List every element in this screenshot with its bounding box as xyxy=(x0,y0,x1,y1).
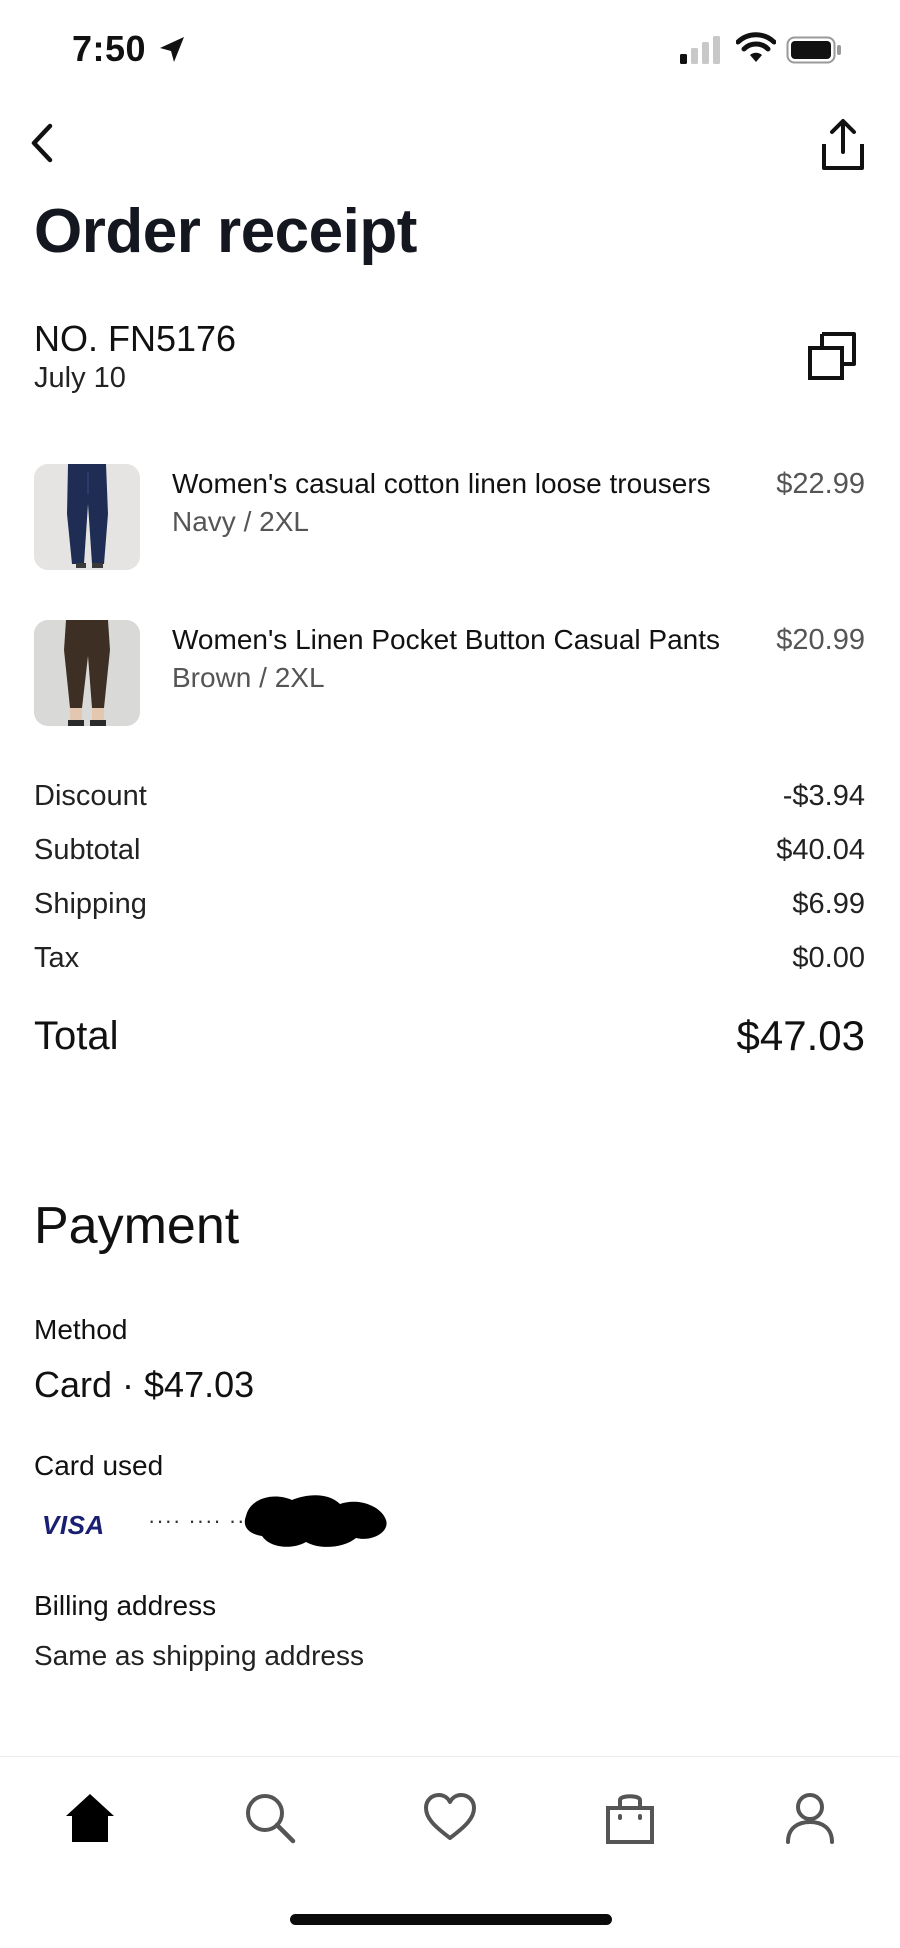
product-image-brown-pants[interactable] xyxy=(34,620,140,726)
page-title: Order receipt xyxy=(34,197,417,266)
brown-pants-image xyxy=(34,620,140,726)
item-variant: Brown / 2XL xyxy=(172,662,325,693)
subtotal-label: Subtotal xyxy=(34,834,141,866)
tax-value: $0.00 xyxy=(792,942,865,974)
billing-address-label: Billing address xyxy=(34,1590,217,1621)
status-time: 7:50 xyxy=(72,28,147,69)
profile-icon[interactable] xyxy=(782,1790,838,1846)
heart-icon[interactable] xyxy=(422,1790,478,1846)
method-label: Method xyxy=(34,1314,128,1345)
back-button[interactable] xyxy=(22,118,62,168)
battery-icon xyxy=(786,36,841,64)
home-icon[interactable] xyxy=(62,1790,118,1846)
shipping-label: Shipping xyxy=(34,888,147,920)
shipping-value: $6.99 xyxy=(792,888,865,920)
billing-address-value: Same as shipping address xyxy=(34,1640,364,1671)
product-image-navy-trousers[interactable] xyxy=(34,464,140,570)
item-price: $22.99 xyxy=(776,468,865,500)
search-icon[interactable] xyxy=(242,1790,298,1846)
subtotal-value: $40.04 xyxy=(776,834,865,866)
total-value: $47.03 xyxy=(736,1012,865,1059)
copy-button[interactable] xyxy=(806,330,858,382)
method-value: Card · $47.03 xyxy=(34,1364,255,1405)
location-arrow-icon xyxy=(160,37,184,62)
bag-icon[interactable] xyxy=(602,1790,658,1846)
redaction-scribble xyxy=(244,1495,387,1547)
total-label: Total xyxy=(34,1014,119,1058)
item-title[interactable]: Women's casual cotton linen loose trouse… xyxy=(172,468,711,500)
home-indicator xyxy=(290,1914,612,1925)
discount-label: Discount xyxy=(34,780,147,812)
item-price: $20.99 xyxy=(776,624,865,656)
share-button[interactable] xyxy=(818,118,868,172)
order-number: NO. FN5176 xyxy=(34,318,237,359)
wifi-icon xyxy=(736,32,776,62)
item-variant: Navy / 2XL xyxy=(172,506,309,537)
navy-trousers-image xyxy=(34,464,140,570)
item-title[interactable]: Women's Linen Pocket Button Casual Pants xyxy=(172,624,720,656)
order-date: July 10 xyxy=(34,362,126,394)
signal-icon xyxy=(680,36,720,64)
discount-value: -$3.94 xyxy=(782,780,865,812)
visa-logo: VISA xyxy=(42,1510,105,1540)
card-used-label: Card used xyxy=(34,1450,164,1481)
payment-heading: Payment xyxy=(34,1197,240,1255)
tax-label: Tax xyxy=(34,942,80,974)
